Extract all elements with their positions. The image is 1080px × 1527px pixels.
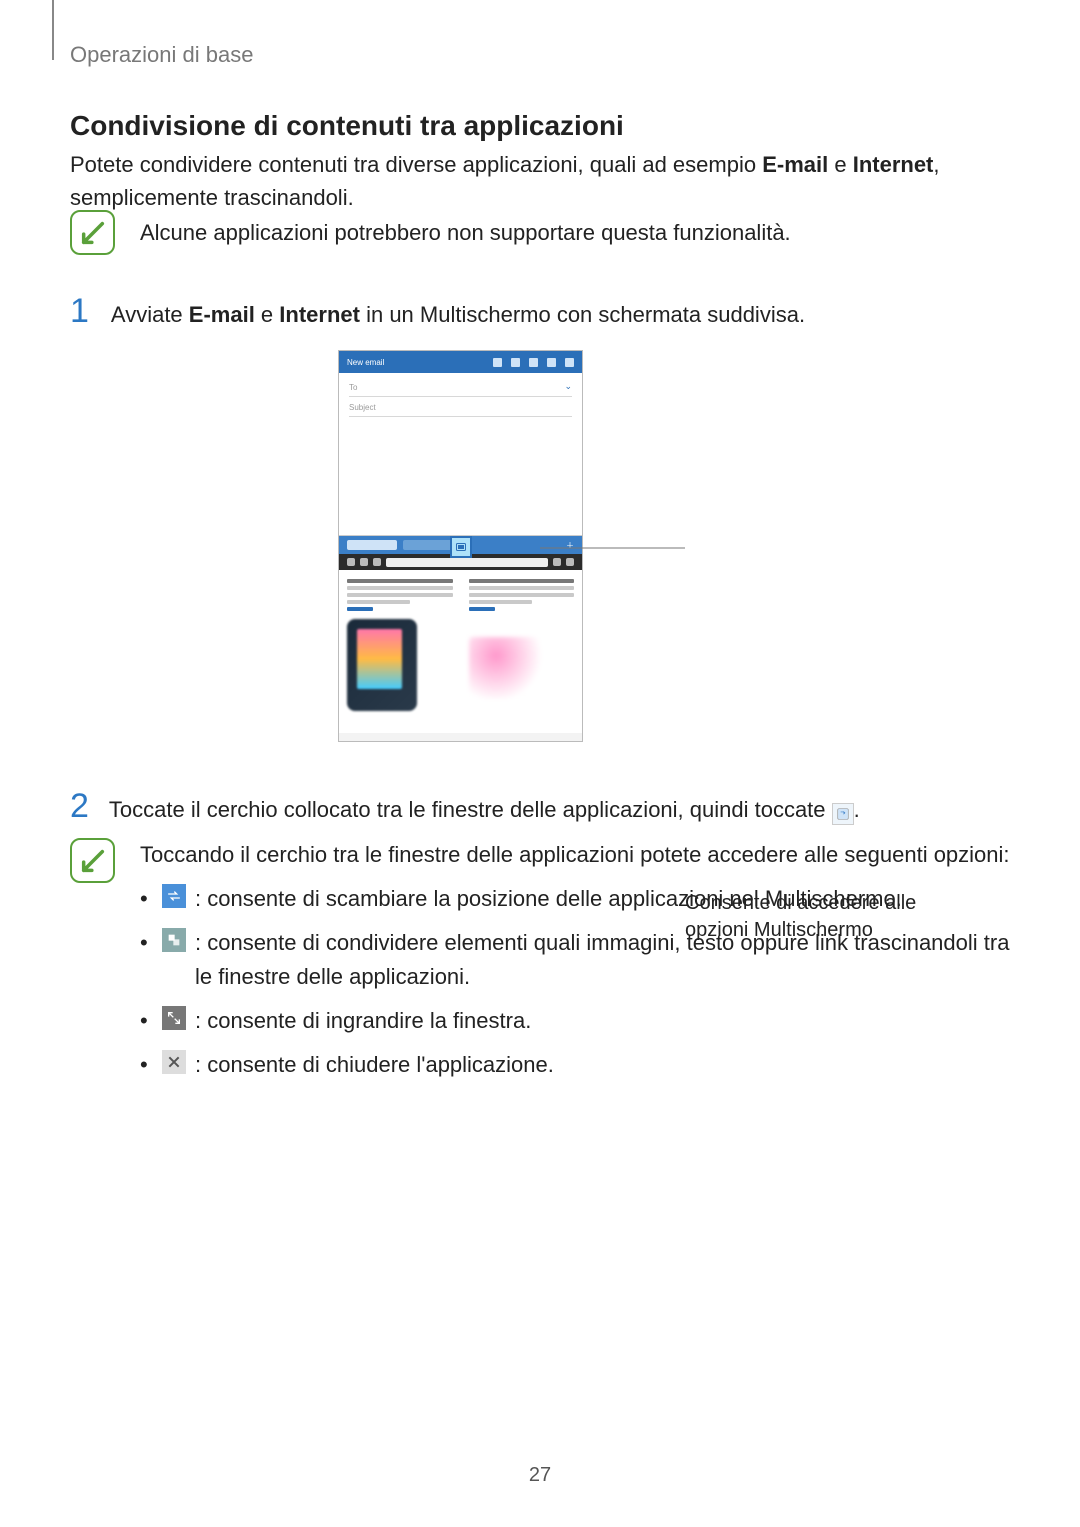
text-line — [347, 600, 410, 604]
text-line — [469, 586, 575, 590]
browser-page — [339, 570, 582, 733]
note-icon — [70, 838, 115, 883]
swap-windows-icon — [162, 884, 186, 908]
link-line — [347, 607, 373, 611]
subject-label: Subject — [349, 403, 572, 412]
option-expand: : consente di ingrandire la finestra. — [140, 1004, 1010, 1038]
step1-b1: E-mail — [189, 302, 255, 327]
email-compose-body: ⌄ To Subject — [339, 373, 582, 536]
note-block-1: Alcune applicazioni potrebbero non suppo… — [70, 210, 791, 255]
text-line — [347, 593, 453, 597]
share-window-icon — [832, 803, 854, 825]
email-app-title: New email — [347, 358, 384, 367]
url-field — [386, 558, 548, 567]
close-window-icon — [162, 1050, 186, 1074]
page-top-divider — [52, 0, 54, 60]
email-app-bar: New email — [339, 351, 582, 373]
options-list: : consente di scambiare la posizione del… — [140, 882, 1010, 1082]
step-2-number: 2 — [70, 787, 89, 826]
text-line — [347, 586, 453, 590]
step1-b2: Internet — [279, 302, 360, 327]
menu-icon — [565, 358, 574, 367]
step-2: 2 Toccate il cerchio collocato tra le fi… — [70, 787, 860, 826]
intro-bold-internet: Internet — [853, 152, 934, 177]
step-2-text: Toccate il cerchio collocato tra le fine… — [109, 797, 860, 825]
close-icon — [529, 358, 538, 367]
page-header: Operazioni di base — [70, 42, 253, 68]
option-swap-text: : consente di scambiare la posizione del… — [195, 886, 902, 911]
note-text-1: Alcune applicazioni potrebbero non suppo… — [140, 220, 791, 246]
option-expand-text: : consente di ingrandire la finestra. — [195, 1008, 531, 1033]
step2-pre: Toccate il cerchio collocato tra le fine… — [109, 797, 832, 822]
step1-mid: e — [255, 302, 279, 327]
send-icon — [547, 358, 556, 367]
section-title: Condivisione di contenuti tra applicazio… — [70, 110, 624, 142]
browser-column-left — [339, 570, 461, 733]
option-close: : consente di chiudere l'applicazione. — [140, 1048, 1010, 1082]
product-image — [469, 637, 559, 699]
callout-leader-line — [540, 547, 685, 567]
to-label: To — [349, 383, 572, 392]
option-swap: : consente di scambiare la posizione del… — [140, 882, 1010, 916]
step1-post: in un Multischermo con schermata suddivi… — [360, 302, 805, 327]
drag-share-icon — [162, 928, 186, 952]
maximize-icon — [162, 1006, 186, 1030]
note-icon — [70, 210, 115, 255]
option-share-text: : consente di condividere elementi quali… — [195, 930, 1009, 989]
home-icon — [373, 558, 381, 566]
back-icon — [347, 558, 355, 566]
step1-pre: Avviate — [111, 302, 189, 327]
option-share: : consente di condividere elementi quali… — [140, 926, 1010, 994]
device-screenshot: New email ⌄ To Subject ＋ — [338, 350, 583, 742]
step-1: 1 Avviate E-mail e Internet in un Multis… — [70, 292, 805, 331]
forward-icon — [360, 558, 368, 566]
text-line — [469, 600, 532, 604]
email-toolbar-icons — [493, 358, 574, 367]
figure: New email ⌄ To Subject ＋ — [70, 350, 1010, 750]
option-close-text: : consente di chiudere l'applicazione. — [195, 1052, 554, 1077]
options-intro-text: Toccando il cerchio tra le finestre dell… — [140, 838, 1010, 872]
step-1-text: Avviate E-mail e Internet in un Multisch… — [111, 302, 805, 328]
headline — [347, 579, 453, 583]
link-line — [469, 607, 495, 611]
intro-bold-email: E-mail — [762, 152, 828, 177]
intro-text-mid: e — [828, 152, 852, 177]
save-icon — [511, 358, 520, 367]
text-line — [469, 593, 575, 597]
attach-icon — [493, 358, 502, 367]
intro-paragraph: Potete condividere contenuti tra diverse… — [70, 148, 990, 214]
step2-post: . — [854, 797, 860, 822]
headline — [469, 579, 575, 583]
expand-recipients-icon: ⌄ — [564, 381, 572, 392]
step-1-number: 1 — [70, 292, 89, 331]
note-block-2: Toccando il cerchio tra le finestre dell… — [70, 838, 1010, 1093]
product-phone-image — [347, 619, 417, 711]
browser-tab — [403, 540, 453, 550]
multiscreen-handle-icon — [450, 536, 472, 558]
browser-tab-active — [347, 540, 397, 550]
options-intro: Toccando il cerchio tra le finestre dell… — [140, 838, 1010, 1093]
browser-column-right — [461, 570, 583, 733]
intro-text-1: Potete condividere contenuti tra diverse… — [70, 152, 762, 177]
page-number: 27 — [529, 1464, 551, 1487]
